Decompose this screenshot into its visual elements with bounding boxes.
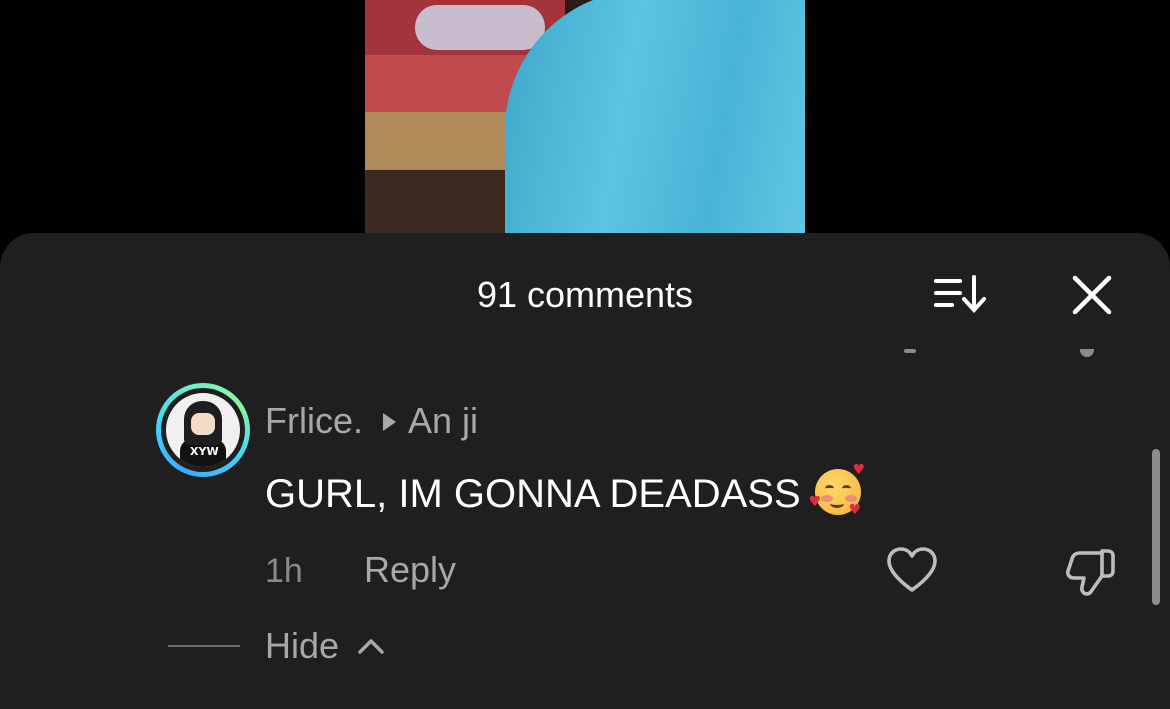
- avatar[interactable]: XYW: [156, 383, 250, 477]
- smiling-face-with-hearts-icon: ♥ ♥ ♥: [809, 462, 866, 518]
- comment-body: GURL, IM GONNA DEADASS ♥ ♥ ♥: [265, 462, 866, 518]
- close-button[interactable]: [1066, 269, 1118, 321]
- video-dress-shape: [505, 0, 805, 240]
- scrollbar[interactable]: [1152, 449, 1160, 605]
- heart-icon: [887, 547, 937, 592]
- avatar-image: XYW: [166, 393, 240, 467]
- heart-icon: ♥: [852, 462, 866, 478]
- heart-icon: ♥: [848, 502, 862, 518]
- partial-icon-top: [904, 349, 916, 353]
- hide-replies-button[interactable]: Hide: [265, 625, 339, 667]
- thumbs-down-icon: [1066, 549, 1115, 596]
- reply-to-username[interactable]: An ji: [408, 400, 478, 441]
- video-preview[interactable]: [365, 0, 805, 240]
- comment-meta: Frlice. An ji: [265, 401, 478, 441]
- thread-divider: [168, 645, 240, 647]
- reply-arrow-icon: [383, 413, 396, 431]
- like-button[interactable]: [884, 543, 940, 599]
- emoji-eye: [824, 485, 834, 492]
- comment-timestamp: 1h: [265, 552, 303, 590]
- avatar-face: [191, 413, 215, 435]
- emoji-cheek: [844, 495, 857, 502]
- sort-button[interactable]: [930, 271, 990, 319]
- sort-icon: [934, 275, 986, 313]
- avatar-shirt-print: XYW: [190, 445, 219, 458]
- comment-text: GURL, IM GONNA DEADASS: [265, 472, 801, 516]
- emoji-mouth: [829, 499, 844, 508]
- comments-count-title: 91 comments: [476, 274, 694, 315]
- video-clothes-shape: [415, 5, 545, 50]
- partial-icon-top: [1080, 349, 1094, 357]
- emoji-eye: [841, 485, 851, 492]
- dislike-button[interactable]: [1062, 543, 1118, 599]
- comment-username[interactable]: Frlice.: [265, 400, 363, 441]
- reply-button[interactable]: Reply: [364, 549, 456, 591]
- chevron-up-icon: [356, 635, 386, 657]
- comments-sheet: 91 comments XYW Frlice. An ji GURL, IM G…: [0, 233, 1170, 709]
- heart-icon: ♥: [808, 494, 822, 510]
- close-icon: [1072, 275, 1112, 315]
